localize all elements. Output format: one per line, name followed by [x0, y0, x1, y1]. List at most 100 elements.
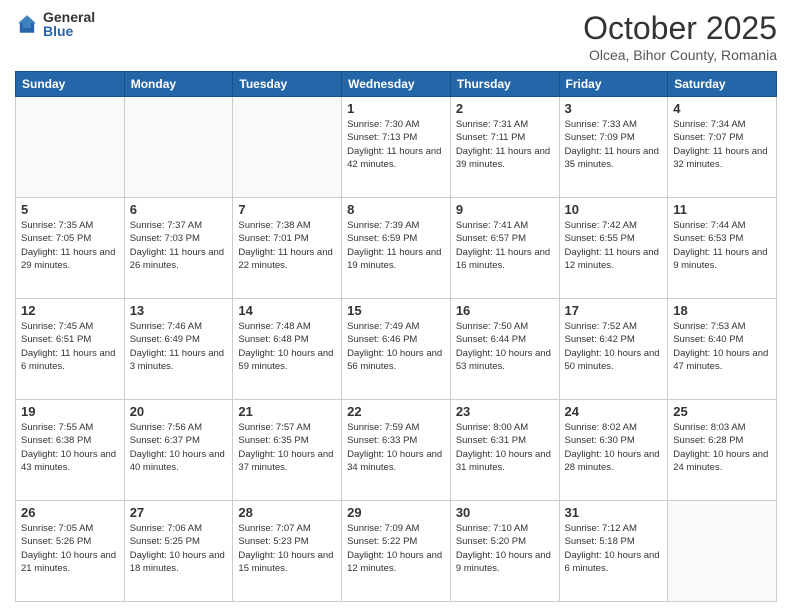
day-info: Sunrise: 7:41 AM Sunset: 6:57 PM Dayligh… [456, 219, 554, 272]
calendar-cell-w4-d0: 26 Sunrise: 7:05 AM Sunset: 5:26 PM Dayli… [16, 501, 125, 602]
calendar-cell-w3-d3: 22 Sunrise: 7:59 AM Sunset: 6:33 PM Dayli… [342, 400, 451, 501]
day-info: Sunrise: 7:53 AM Sunset: 6:40 PM Dayligh… [673, 320, 771, 373]
calendar-cell-w4-d2: 28 Sunrise: 7:07 AM Sunset: 5:23 PM Dayli… [233, 501, 342, 602]
day-info: Sunrise: 7:44 AM Sunset: 6:53 PM Dayligh… [673, 219, 771, 272]
logo-text: General Blue [43, 10, 95, 38]
calendar-cell-w4-d5: 31 Sunrise: 7:12 AM Sunset: 5:18 PM Dayli… [559, 501, 668, 602]
day-number: 25 [673, 404, 771, 419]
day-number: 2 [456, 101, 554, 116]
calendar-cell-w0-d1 [124, 97, 233, 198]
day-info: Sunrise: 7:33 AM Sunset: 7:09 PM Dayligh… [565, 118, 663, 171]
day-info: Sunrise: 8:02 AM Sunset: 6:30 PM Dayligh… [565, 421, 663, 474]
calendar-cell-w1-d2: 7 Sunrise: 7:38 AM Sunset: 7:01 PM Daylig… [233, 198, 342, 299]
day-number: 23 [456, 404, 554, 419]
header-sunday: Sunday [16, 72, 125, 97]
day-number: 24 [565, 404, 663, 419]
calendar-cell-w0-d6: 4 Sunrise: 7:34 AM Sunset: 7:07 PM Daylig… [668, 97, 777, 198]
calendar-cell-w3-d4: 23 Sunrise: 8:00 AM Sunset: 6:31 PM Dayli… [450, 400, 559, 501]
calendar-cell-w3-d1: 20Sunrise: 7:56 AM Sunset: 6:37 PM Dayli… [124, 400, 233, 501]
day-info: Sunrise: 7:05 AM Sunset: 5:26 PM Dayligh… [21, 522, 119, 575]
weekday-header-row: Sunday Monday Tuesday Wednesday Thursday… [16, 72, 777, 97]
day-info: Sunrise: 8:00 AM Sunset: 6:31 PM Dayligh… [456, 421, 554, 474]
day-number: 12 [21, 303, 119, 318]
day-info: Sunrise: 7:55 AM Sunset: 6:38 PM Dayligh… [21, 421, 119, 474]
calendar-cell-w4-d3: 29 Sunrise: 7:09 AM Sunset: 5:22 PM Dayli… [342, 501, 451, 602]
header-monday: Monday [124, 72, 233, 97]
day-number: 3 [565, 101, 663, 116]
day-info: Sunrise: 7:10 AM Sunset: 5:20 PM Dayligh… [456, 522, 554, 575]
calendar-cell-w0-d5: 3 Sunrise: 7:33 AM Sunset: 7:09 PM Daylig… [559, 97, 668, 198]
day-number: 29 [347, 505, 445, 520]
day-number: 18 [673, 303, 771, 318]
calendar-cell-w1-d1: 6 Sunrise: 7:37 AM Sunset: 7:03 PM Daylig… [124, 198, 233, 299]
day-info: Sunrise: 7:49 AM Sunset: 6:46 PM Dayligh… [347, 320, 445, 373]
day-number: 10 [565, 202, 663, 217]
week-row-5: 26 Sunrise: 7:05 AM Sunset: 5:26 PM Dayli… [16, 501, 777, 602]
calendar-cell-w3-d2: 21Sunrise: 7:57 AM Sunset: 6:35 PM Dayli… [233, 400, 342, 501]
week-row-2: 5 Sunrise: 7:35 AM Sunset: 7:05 PM Daylig… [16, 198, 777, 299]
header: General Blue October 2025 Olcea, Bihor C… [15, 10, 777, 63]
calendar-cell-w3-d0: 19 Sunrise: 7:55 AM Sunset: 6:38 PM Dayli… [16, 400, 125, 501]
calendar-cell-w1-d6: 11Sunrise: 7:44 AM Sunset: 6:53 PM Dayli… [668, 198, 777, 299]
calendar-cell-w1-d5: 10 Sunrise: 7:42 AM Sunset: 6:55 PM Dayli… [559, 198, 668, 299]
day-info: Sunrise: 7:46 AM Sunset: 6:49 PM Dayligh… [130, 320, 228, 373]
calendar-cell-w4-d4: 30 Sunrise: 7:10 AM Sunset: 5:20 PM Dayli… [450, 501, 559, 602]
day-number: 9 [456, 202, 554, 217]
day-number: 16 [456, 303, 554, 318]
week-row-1: 1 Sunrise: 7:30 AM Sunset: 7:13 PM Daylig… [16, 97, 777, 198]
day-info: Sunrise: 7:09 AM Sunset: 5:22 PM Dayligh… [347, 522, 445, 575]
day-info: Sunrise: 7:35 AM Sunset: 7:05 PM Dayligh… [21, 219, 119, 272]
logo: General Blue [15, 10, 95, 38]
day-info: Sunrise: 7:34 AM Sunset: 7:07 PM Dayligh… [673, 118, 771, 171]
day-number: 28 [238, 505, 336, 520]
day-number: 7 [238, 202, 336, 217]
day-number: 6 [130, 202, 228, 217]
day-info: Sunrise: 7:07 AM Sunset: 5:23 PM Dayligh… [238, 522, 336, 575]
day-number: 15 [347, 303, 445, 318]
title-section: October 2025 Olcea, Bihor County, Romani… [583, 10, 777, 63]
calendar-cell-w2-d1: 13 Sunrise: 7:46 AM Sunset: 6:49 PM Dayli… [124, 299, 233, 400]
header-thursday: Thursday [450, 72, 559, 97]
day-number: 30 [456, 505, 554, 520]
day-info: Sunrise: 7:37 AM Sunset: 7:03 PM Dayligh… [130, 219, 228, 272]
header-saturday: Saturday [668, 72, 777, 97]
day-number: 4 [673, 101, 771, 116]
day-info: Sunrise: 7:38 AM Sunset: 7:01 PM Dayligh… [238, 219, 336, 272]
day-number: 17 [565, 303, 663, 318]
day-number: 13 [130, 303, 228, 318]
day-info: Sunrise: 7:52 AM Sunset: 6:42 PM Dayligh… [565, 320, 663, 373]
calendar-cell-w2-d5: 17 Sunrise: 7:52 AM Sunset: 6:42 PM Dayli… [559, 299, 668, 400]
day-info: Sunrise: 7:12 AM Sunset: 5:18 PM Dayligh… [565, 522, 663, 575]
location: Olcea, Bihor County, Romania [583, 47, 777, 63]
month-title: October 2025 [583, 10, 777, 47]
day-number: 20 [130, 404, 228, 419]
calendar-cell-w1-d3: 8Sunrise: 7:39 AM Sunset: 6:59 PM Daylig… [342, 198, 451, 299]
calendar-cell-w1-d0: 5 Sunrise: 7:35 AM Sunset: 7:05 PM Daylig… [16, 198, 125, 299]
page: General Blue October 2025 Olcea, Bihor C… [0, 0, 792, 612]
logo-blue-text: Blue [43, 24, 95, 38]
logo-icon [15, 12, 39, 36]
day-number: 22 [347, 404, 445, 419]
calendar-cell-w4-d6 [668, 501, 777, 602]
day-number: 31 [565, 505, 663, 520]
day-info: Sunrise: 7:59 AM Sunset: 6:33 PM Dayligh… [347, 421, 445, 474]
calendar-cell-w0-d4: 2Sunrise: 7:31 AM Sunset: 7:11 PM Daylig… [450, 97, 559, 198]
day-number: 14 [238, 303, 336, 318]
header-wednesday: Wednesday [342, 72, 451, 97]
day-info: Sunrise: 8:03 AM Sunset: 6:28 PM Dayligh… [673, 421, 771, 474]
day-info: Sunrise: 7:42 AM Sunset: 6:55 PM Dayligh… [565, 219, 663, 272]
calendar-cell-w2-d6: 18 Sunrise: 7:53 AM Sunset: 6:40 PM Dayli… [668, 299, 777, 400]
calendar-cell-w3-d6: 25 Sunrise: 8:03 AM Sunset: 6:28 PM Dayli… [668, 400, 777, 501]
calendar-cell-w4-d1: 27Sunrise: 7:06 AM Sunset: 5:25 PM Dayli… [124, 501, 233, 602]
calendar-cell-w1-d4: 9 Sunrise: 7:41 AM Sunset: 6:57 PM Daylig… [450, 198, 559, 299]
header-friday: Friday [559, 72, 668, 97]
day-number: 5 [21, 202, 119, 217]
day-number: 26 [21, 505, 119, 520]
day-number: 19 [21, 404, 119, 419]
calendar-cell-w2-d3: 15 Sunrise: 7:49 AM Sunset: 6:46 PM Dayli… [342, 299, 451, 400]
day-number: 1 [347, 101, 445, 116]
logo-general-text: General [43, 10, 95, 24]
day-info: Sunrise: 7:39 AM Sunset: 6:59 PM Dayligh… [347, 219, 445, 272]
day-info: Sunrise: 7:30 AM Sunset: 7:13 PM Dayligh… [347, 118, 445, 171]
calendar-cell-w0-d3: 1 Sunrise: 7:30 AM Sunset: 7:13 PM Daylig… [342, 97, 451, 198]
